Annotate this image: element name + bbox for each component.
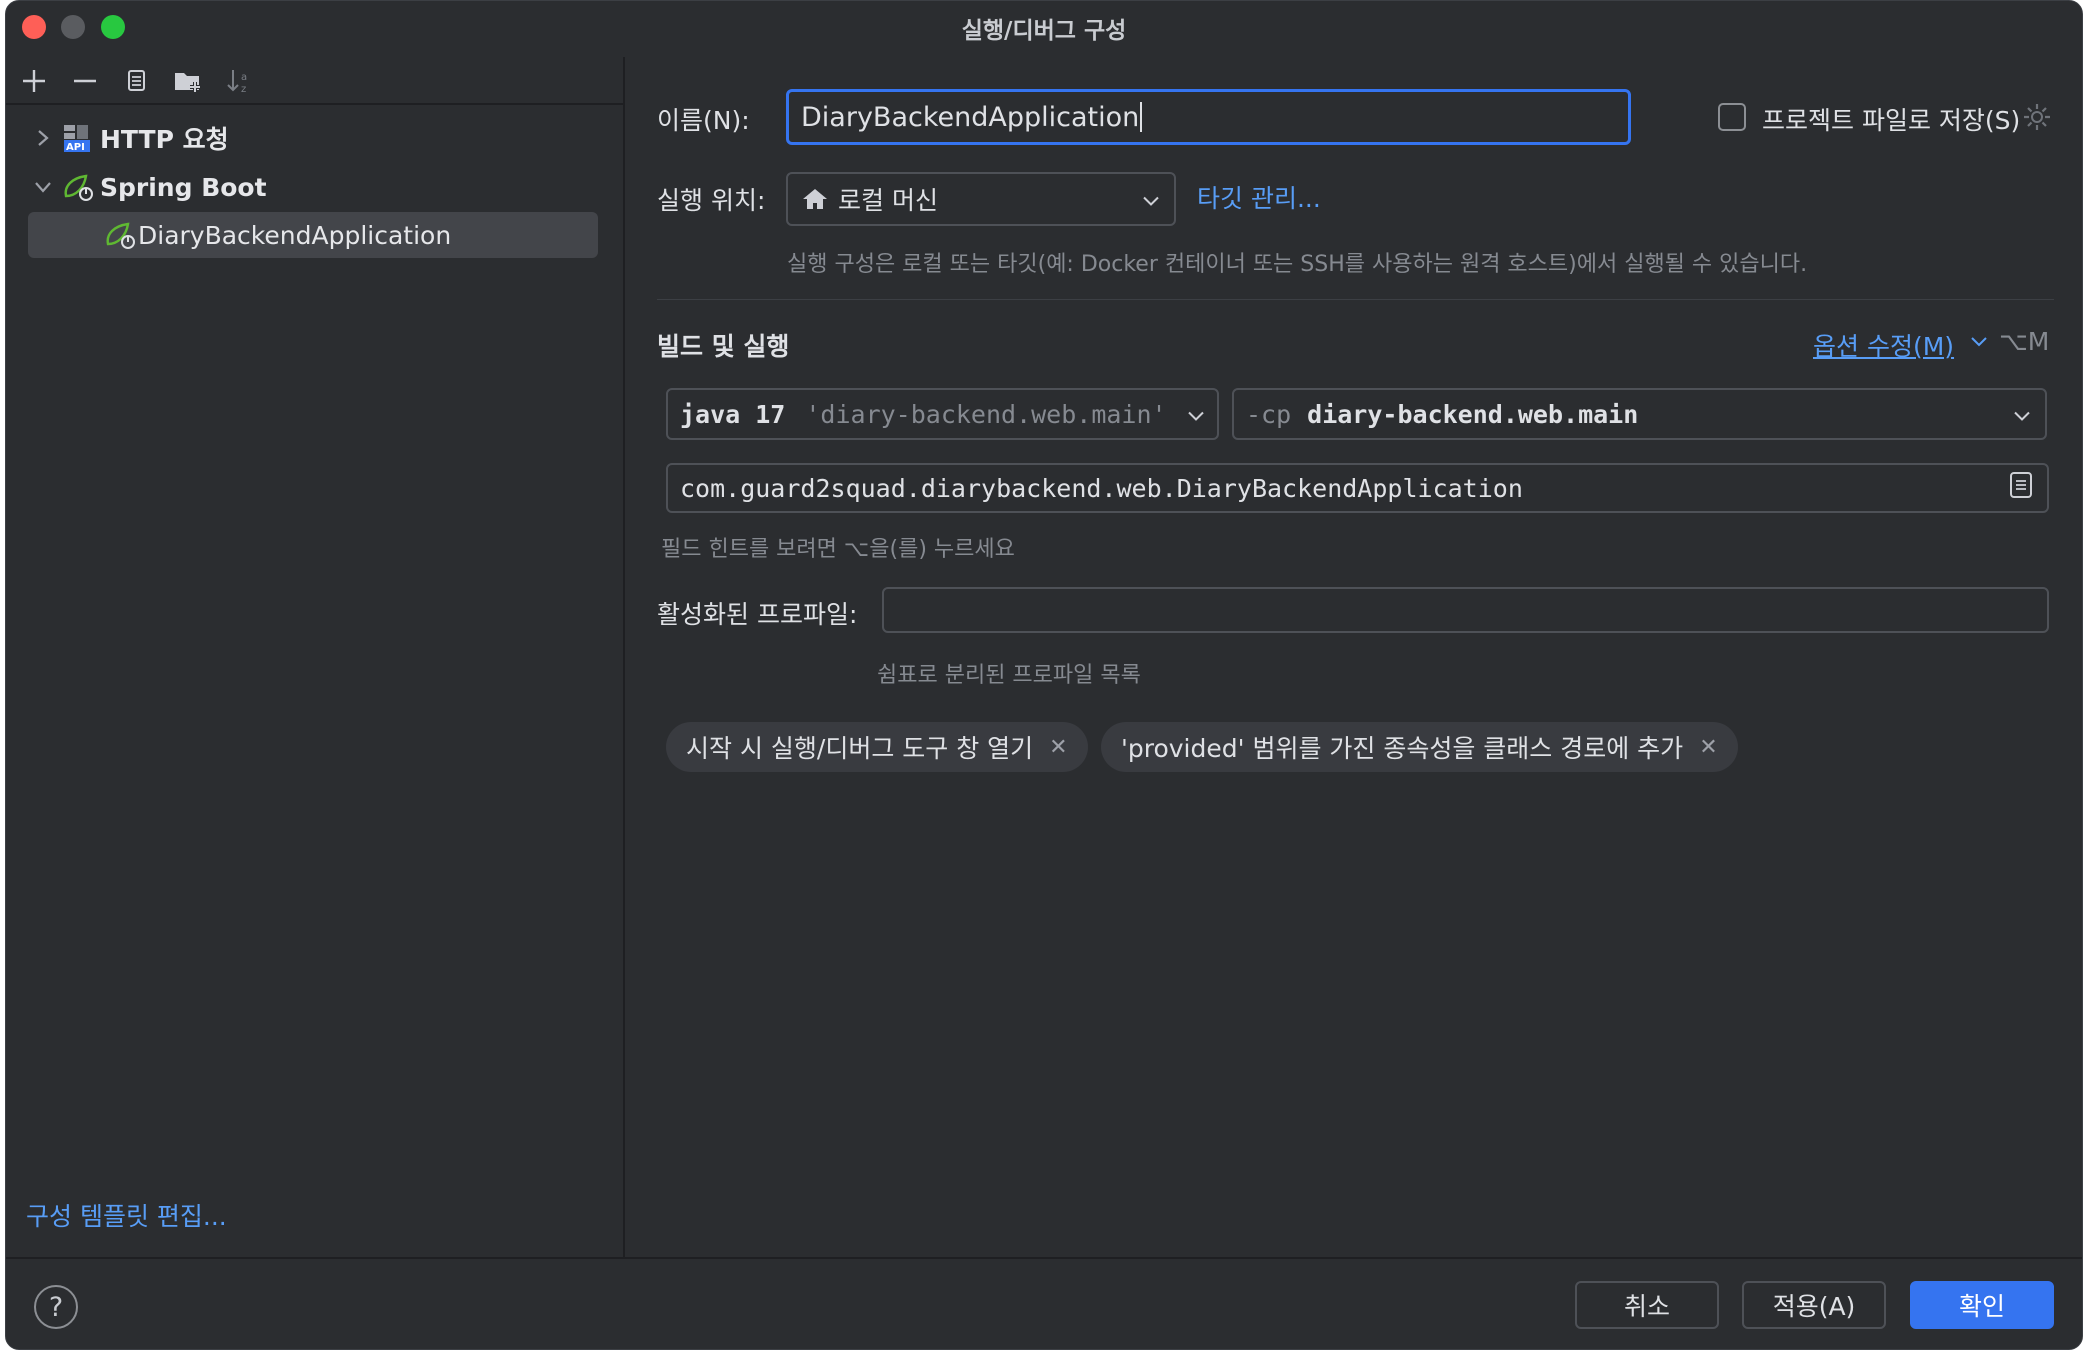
section-title: 빌드 및 실행 (657, 332, 790, 361)
name-label: 이름(N): (657, 106, 750, 135)
text-caret (1140, 102, 1143, 132)
chevron-down-icon (1187, 400, 1205, 429)
option-tag-label: 시작 시 실행/디버그 도구 창 열기 (686, 734, 1034, 763)
cancel-button[interactable]: 취소 (1575, 1281, 1719, 1329)
chevron-down-icon (2013, 400, 2031, 429)
sort-icon[interactable]: az (224, 65, 256, 97)
store-as-project-file-checkbox[interactable] (1718, 103, 1746, 131)
remove-icon[interactable] (69, 65, 101, 97)
jdk-select[interactable]: java 17 'diary-backend.web.main' (666, 388, 1219, 440)
run-on-select[interactable]: 로컬 머신 (786, 172, 1176, 226)
tree-item-label: DiaryBackendApplication (138, 220, 452, 250)
run-on-value: 로컬 머신 (838, 186, 938, 215)
apply-button[interactable]: 적용(A) (1742, 1281, 1886, 1329)
classpath-module-select[interactable]: -cp diary-backend.web.main (1232, 388, 2047, 440)
title-bar: 실행/디버그 구성 (6, 1, 2082, 53)
chevron-down-icon (1142, 184, 1160, 215)
edit-configuration-templates-link[interactable]: 구성 템플릿 편집... (26, 1197, 227, 1233)
chevron-right-icon[interactable] (28, 129, 58, 147)
cp-flag: -cp (1246, 399, 1292, 429)
name-input-value: DiaryBackendApplication (801, 101, 1140, 133)
option-tag-provided-scope[interactable]: 'provided' 범위를 가진 종속성을 클래스 경로에 추가 ✕ (1101, 722, 1738, 772)
section-separator (657, 299, 2054, 300)
manage-targets-link[interactable]: 타깃 관리... (1197, 179, 1321, 215)
configuration-form: 이름(N): DiaryBackendApplication 프로젝트 파일로 … (625, 57, 2082, 1257)
active-profiles-input[interactable] (882, 587, 2049, 633)
main-class-value: com.guard2squad.diarybackend.web.DiaryBa… (680, 473, 1523, 503)
chevron-down-icon[interactable] (28, 180, 58, 194)
option-tag-label: 'provided' 범위를 가진 종속성을 클래스 경로에 추가 (1121, 734, 1684, 763)
run-debug-config-dialog: 실행/디버그 구성 az API HTTP 요청 Spring Boot Dia… (5, 0, 2083, 1350)
spring-boot-icon (104, 220, 135, 250)
window-title: 실행/디버그 구성 (961, 18, 1127, 44)
browse-class-icon[interactable] (2009, 471, 2033, 505)
configuration-tree-panel: az API HTTP 요청 Spring Boot DiaryBackendA… (6, 57, 623, 1257)
field-hint: 필드 힌트를 보려면 ⌥을(를) 누르세요 (661, 537, 1015, 562)
chevron-down-icon[interactable] (1970, 333, 1988, 352)
home-icon (802, 187, 828, 211)
modify-options-link[interactable]: 옵션 수정(M) (1813, 327, 1954, 363)
copy-icon[interactable] (120, 65, 152, 97)
svg-text:a: a (241, 72, 247, 83)
active-profiles-hint: 쉼표로 분리된 프로파일 목록 (877, 663, 1141, 688)
remove-tag-icon[interactable]: ✕ (1049, 735, 1067, 760)
modify-options-shortcut: ⌥M (1999, 327, 2050, 356)
svg-text:z: z (241, 84, 246, 95)
tree-item-label: HTTP 요청 (100, 125, 229, 154)
tree-item-diary-backend-application[interactable]: DiaryBackendApplication (28, 212, 598, 258)
spring-boot-icon (62, 172, 93, 202)
main-class-input[interactable]: com.guard2squad.diarybackend.web.DiaryBa… (666, 463, 2049, 513)
svg-text:API: API (66, 142, 85, 153)
active-profiles-label: 활성화된 프로파일: (657, 600, 858, 629)
tree-toolbar: az (6, 57, 623, 105)
run-on-hint: 실행 구성은 로컬 또는 타깃(예: Docker 컨테이너 또는 SSH를 사… (787, 252, 1808, 277)
help-button[interactable]: ? (34, 1285, 78, 1329)
add-icon[interactable] (18, 65, 50, 97)
remove-tag-icon[interactable]: ✕ (1699, 735, 1717, 760)
settings-gear-icon[interactable] (2021, 101, 2053, 137)
tree-item-http-requests[interactable]: API HTTP 요청 (28, 115, 598, 161)
api-icon: API (62, 123, 92, 153)
name-input[interactable]: DiaryBackendApplication (786, 89, 1631, 145)
jdk-value: java 17 (680, 399, 786, 429)
jdk-module: 'diary-backend.web.main' (805, 399, 1167, 429)
tree-item-label: Spring Boot (100, 172, 267, 202)
store-as-project-file-label: 프로젝트 파일로 저장(S) (1762, 106, 2021, 135)
option-tag-open-tool-window[interactable]: 시작 시 실행/디버그 도구 창 열기 ✕ (666, 722, 1088, 772)
ok-button[interactable]: 확인 (1910, 1281, 2054, 1329)
tree-item-spring-boot[interactable]: Spring Boot (28, 164, 598, 210)
new-folder-icon[interactable] (172, 65, 204, 97)
cp-value: diary-backend.web.main (1307, 399, 1639, 429)
run-on-label: 실행 위치: (657, 186, 766, 215)
dialog-footer: ? 취소 적용(A) 확인 (6, 1257, 2082, 1349)
